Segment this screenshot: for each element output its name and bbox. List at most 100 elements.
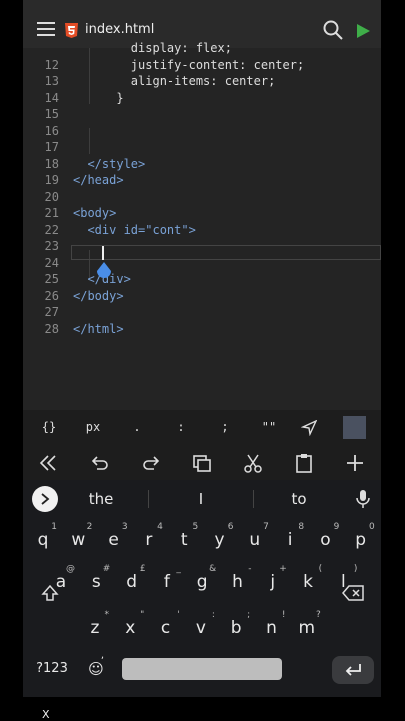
add-plus-icon[interactable] [344, 452, 366, 474]
symbol-key[interactable]: . [125, 420, 149, 434]
symbol-key[interactable]: ; [213, 420, 237, 434]
code-text: justify-content: center; [73, 57, 305, 72]
key-letter: v [195, 618, 206, 638]
code-line[interactable]: 24 [23, 255, 381, 271]
copy-icon[interactable] [191, 452, 213, 474]
line-number: 19 [44, 173, 59, 187]
suggestion-3[interactable]: to [269, 490, 329, 508]
code-line[interactable]: 15 [23, 106, 381, 122]
key-letter: g [196, 572, 208, 592]
code-editor[interactable]: display: flex; 12 justify-content: center… [23, 41, 381, 410]
key-letter: w [71, 530, 86, 550]
key-c[interactable]: c ' [150, 608, 182, 644]
cursor-handle-icon[interactable] [96, 262, 112, 280]
code-line[interactable]: display: flex; [23, 40, 381, 56]
hamburger-menu-icon[interactable] [37, 22, 55, 36]
line-number: 22 [44, 222, 59, 237]
key-y[interactable]: y6 [204, 520, 236, 556]
numbers-symbols-key[interactable]: ?123 [32, 658, 72, 680]
line-number: 12 [44, 57, 59, 72]
paste-clipboard-icon[interactable] [293, 452, 315, 474]
cursor-select-icon[interactable] [301, 420, 317, 436]
key-alt-symbol: - [248, 564, 252, 574]
code-line[interactable]: 21 <body> [23, 205, 381, 221]
key-alt-symbol: # [102, 564, 111, 574]
suggestion-divider [253, 490, 254, 508]
code-line[interactable]: 13 align-items: center; [23, 73, 381, 89]
keyboard-menu-button[interactable] [32, 486, 58, 512]
key-alt-symbol: 1 [51, 522, 57, 532]
emoji-key[interactable]: ☺ , [85, 650, 107, 682]
key-k[interactable]: k( [292, 562, 324, 598]
key-letter: u [249, 530, 261, 550]
key-g[interactable]: g & [186, 562, 218, 598]
code-line[interactable]: 18 </style> [23, 156, 381, 172]
key-x[interactable]: x " [114, 608, 146, 644]
run-play-icon[interactable] [355, 23, 371, 39]
key-alt-symbol: ! [281, 610, 286, 620]
microphone-icon[interactable] [356, 490, 370, 508]
code-line[interactable]: 25 </div> [23, 271, 381, 287]
code-line[interactable]: 19 </head> [23, 172, 381, 188]
code-line[interactable]: 23 [23, 238, 381, 254]
key-j[interactable]: j + [257, 562, 289, 598]
symbol-key[interactable]: {} [37, 420, 61, 434]
symbol-key[interactable]: px [81, 420, 105, 434]
code-text: display: flex; [73, 41, 232, 55]
code-line[interactable]: 22 <div id="cont"> [23, 222, 381, 238]
code-line[interactable]: 12 justify-content: center; [23, 57, 381, 73]
key-p[interactable]: p0 [345, 520, 377, 556]
key-letter: m [298, 618, 316, 638]
code-text: <body> [73, 206, 117, 220]
key-alt-symbol: + [279, 564, 287, 574]
key-z[interactable]: z * [79, 608, 111, 644]
search-icon[interactable] [323, 20, 343, 40]
code-line[interactable]: 16 [23, 123, 381, 139]
key-letter: x [125, 618, 136, 638]
symbol-key[interactable]: : [169, 420, 193, 434]
key-f[interactable]: f _ [151, 562, 183, 598]
key-t[interactable]: t5 [168, 520, 200, 556]
enter-key[interactable] [332, 656, 374, 684]
code-line[interactable]: 14 } [23, 90, 381, 106]
shift-key[interactable] [32, 574, 68, 612]
key-letter: t [180, 530, 188, 550]
key-u[interactable]: u7 [239, 520, 271, 556]
symbol-key[interactable]: "" [257, 420, 281, 434]
key-e[interactable]: e3 [98, 520, 130, 556]
key-letter: y [214, 530, 225, 550]
text-cursor [102, 246, 104, 260]
backspace-key[interactable] [333, 574, 373, 612]
key-r[interactable]: r4 [133, 520, 165, 556]
redo-icon[interactable] [140, 452, 162, 474]
close-label[interactable]: X [42, 708, 50, 721]
cut-scissors-icon[interactable] [242, 452, 264, 474]
key-d[interactable]: d £ [116, 562, 148, 598]
suggestion-2[interactable]: I [171, 490, 231, 508]
enter-return-icon [345, 664, 361, 676]
code-line[interactable]: 20 [23, 189, 381, 205]
key-s[interactable]: s # [80, 562, 112, 598]
key-i[interactable]: i8 [274, 520, 306, 556]
code-line[interactable]: 28 </html> [23, 321, 381, 337]
color-swatch-button[interactable] [343, 416, 366, 439]
key-m[interactable]: m? [291, 608, 323, 644]
suggestion-divider [148, 490, 149, 508]
key-v[interactable]: v: [185, 608, 217, 644]
key-w[interactable]: w2 [62, 520, 94, 556]
key-n[interactable]: n! [256, 608, 288, 644]
double-chevron-left-icon[interactable] [37, 452, 59, 474]
code-text: </body> [73, 288, 124, 303]
code-line[interactable]: 27 [23, 304, 381, 320]
code-line[interactable]: 17 [23, 139, 381, 155]
key-h[interactable]: h- [222, 562, 254, 598]
undo-icon[interactable] [89, 452, 111, 474]
key-o[interactable]: o9 [309, 520, 341, 556]
key-b[interactable]: b; [220, 608, 252, 644]
suggestion-1[interactable]: the [71, 490, 131, 508]
key-q[interactable]: q1 [27, 520, 59, 556]
key-letter: q [37, 530, 49, 550]
backspace-icon [342, 585, 364, 601]
space-bar[interactable] [122, 658, 282, 680]
code-line[interactable]: 26 </body> [23, 288, 381, 304]
